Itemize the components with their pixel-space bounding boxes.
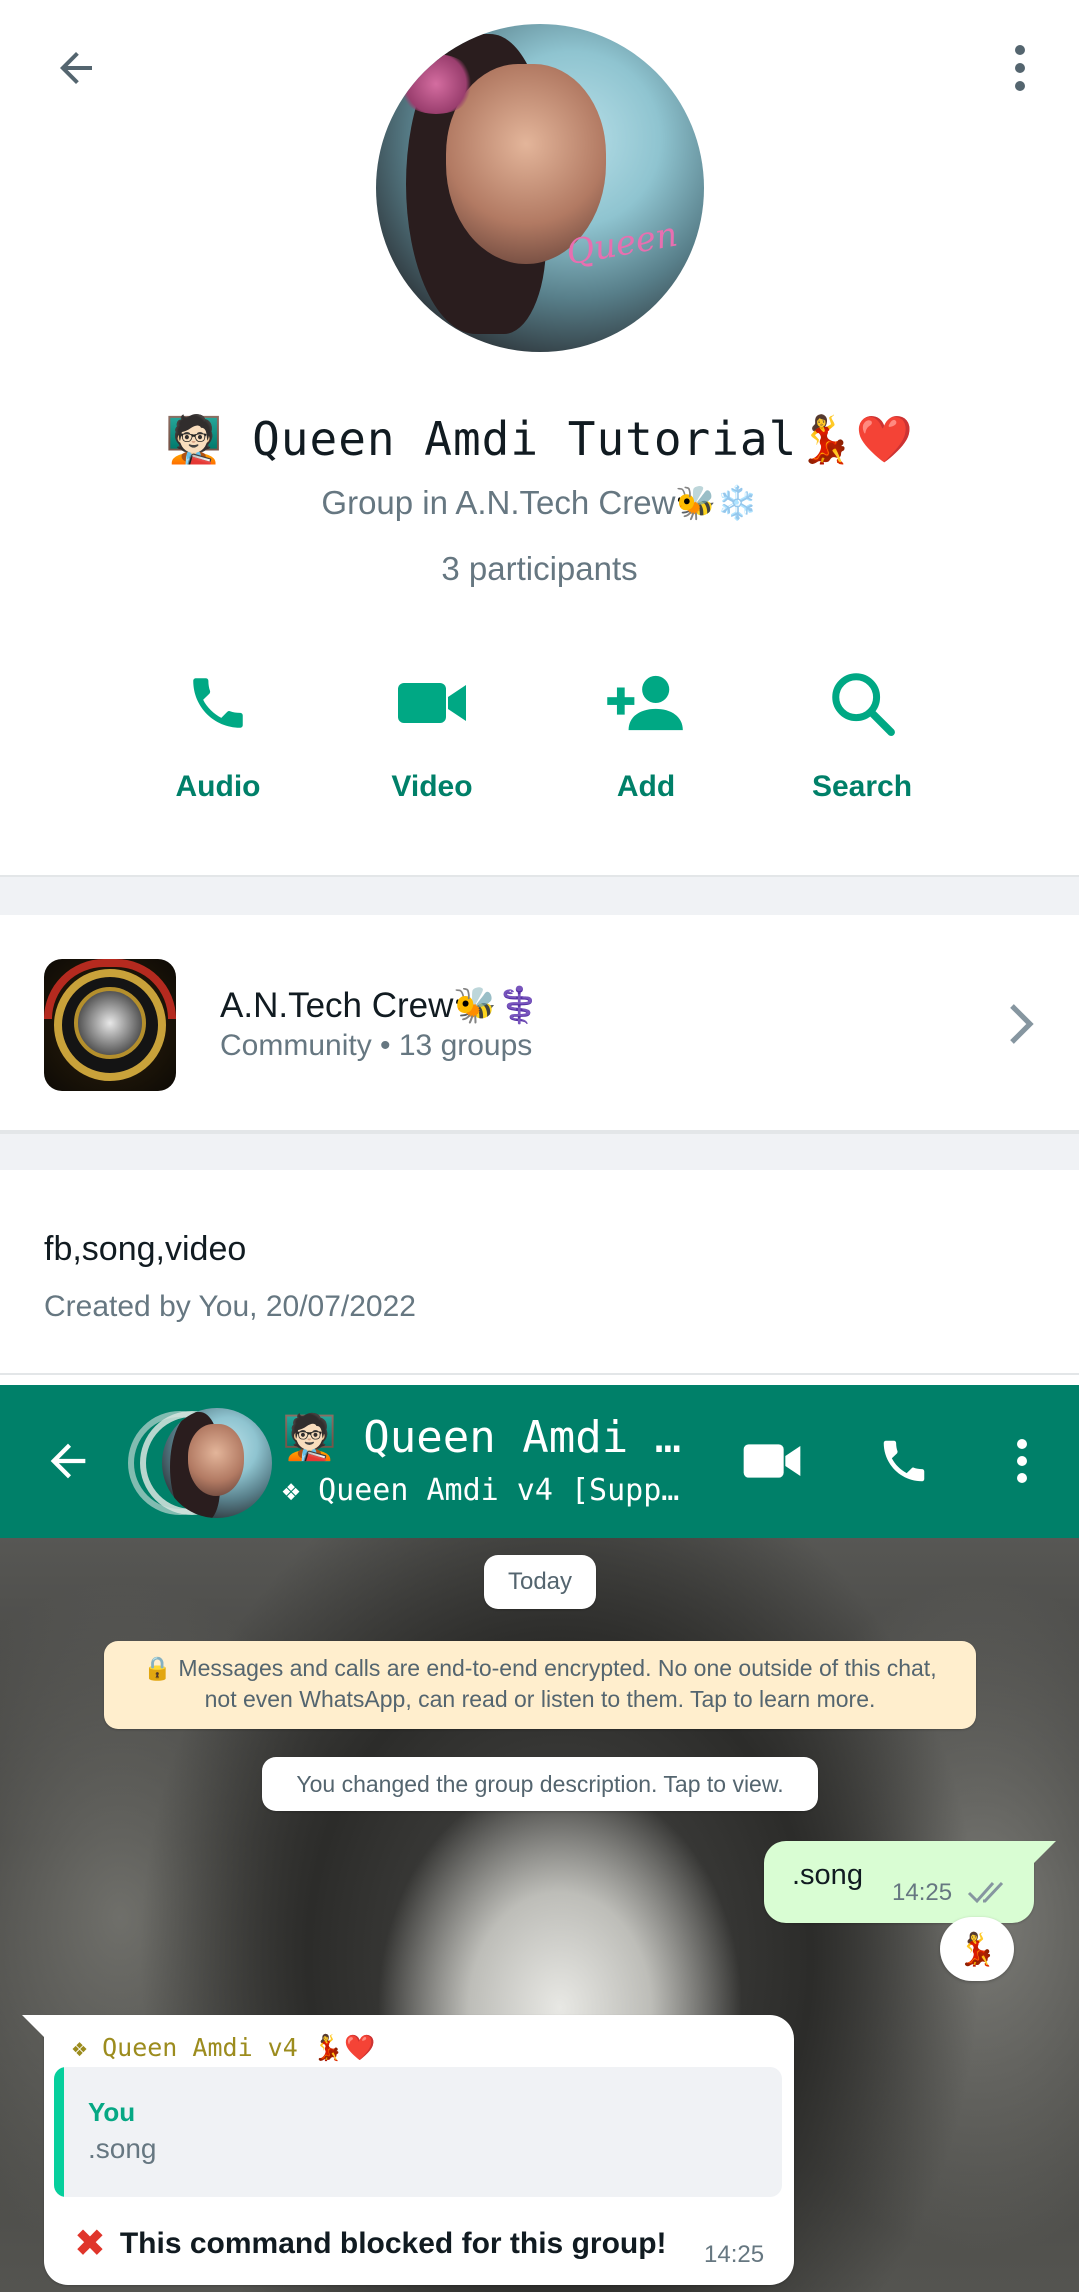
search-button[interactable]: Search	[762, 650, 962, 820]
group-description[interactable]: fb,song,video Created by You, 20/07/2022	[0, 1170, 1079, 1375]
chat-back-button[interactable]	[36, 1429, 100, 1493]
group-avatar[interactable]: Queen	[376, 24, 704, 352]
more-vertical-icon	[1017, 1439, 1027, 1483]
chevron-right-icon	[1002, 999, 1042, 1049]
add-participant-button[interactable]: Add	[546, 650, 746, 820]
arrow-left-icon	[60, 52, 92, 84]
video-label: Video	[391, 770, 473, 803]
encryption-notice[interactable]: 🔒 Messages and calls are end-to-end encr…	[104, 1641, 976, 1729]
system-message[interactable]: You changed the group description. Tap t…	[262, 1757, 818, 1811]
community-meta: Community • 13 groups	[220, 1029, 533, 1062]
video-camera-icon	[743, 1444, 801, 1478]
quoted-sender: You	[88, 2097, 136, 2127]
outgoing-message-time: 14:25	[892, 1879, 953, 1906]
chat-audio-call-button[interactable]	[872, 1429, 936, 1493]
more-options-button[interactable]	[990, 36, 1050, 100]
arrow-left-icon	[50, 1443, 86, 1479]
community-logo	[44, 959, 176, 1091]
phone-icon	[883, 1440, 925, 1482]
community-row[interactable]: A.N.Tech Crew🐝⚕️ Community • 13 groups	[0, 915, 1079, 1132]
video-call-button[interactable]: Video	[332, 650, 532, 820]
cross-mark-icon: ✖	[74, 2223, 106, 2265]
double-check-icon	[967, 1881, 1004, 1904]
community-name: A.N.Tech Crew🐝⚕️	[220, 986, 541, 1025]
participants-count: 3 participants	[441, 550, 638, 587]
outgoing-message[interactable]: .song 14:25	[764, 1841, 1056, 1923]
audio-label: Audio	[175, 770, 261, 803]
section-divider	[0, 875, 1079, 915]
chat-subtitle[interactable]: ❖ Queen Amdi v4 [Support]	[282, 1473, 692, 1508]
incoming-message-text: This command blocked for this group!	[119, 2226, 667, 2260]
back-button[interactable]	[44, 36, 108, 100]
incoming-message-text-row: ✖ This command blocked for this group!	[74, 2221, 667, 2266]
outgoing-message-text: .song	[792, 1859, 863, 1891]
quoted-text: .song	[88, 2133, 157, 2164]
chat-title[interactable]: 🧑🏻‍🏫 Queen Amdi Tutorial💃❤️	[282, 1411, 682, 1463]
chat-header: 🧑🏻‍🏫 Queen Amdi Tutorial💃❤️ ❖ Queen Amdi…	[0, 1385, 1079, 1538]
avatar-flowers	[396, 54, 476, 114]
quoted-message[interactable]: You .song	[54, 2067, 782, 2197]
chat-avatar[interactable]	[128, 1408, 272, 1518]
group-title[interactable]: 🧑🏻‍🏫 Queen Amdi Tutorial💃❤️	[0, 412, 1079, 467]
chat-screen: 🧑🏻‍🏫 Queen Amdi Tutorial💃❤️ ❖ Queen Amdi…	[0, 1385, 1079, 2292]
incoming-message-time: 14:25	[704, 2241, 765, 2268]
description-text: fb,song,video	[44, 1230, 247, 1268]
date-chip: Today	[484, 1555, 596, 1609]
chat-video-call-button[interactable]	[740, 1429, 804, 1493]
audio-call-button[interactable]: Audio	[118, 650, 318, 820]
search-label: Search	[811, 770, 913, 803]
search-icon	[832, 673, 895, 736]
more-vertical-icon	[1015, 45, 1025, 91]
phone-icon	[193, 678, 243, 728]
sender-name[interactable]: ❖ Queen Amdi v4 💃❤️	[72, 2033, 375, 2063]
video-camera-icon	[398, 683, 466, 723]
incoming-message[interactable]: ❖ Queen Amdi v4 💃❤️ You .song ✖ This com…	[22, 2015, 794, 2285]
group-info-screen: Queen 🧑🏻‍🏫 Queen Amdi Tutorial💃❤️ Group …	[0, 0, 1079, 875]
message-reaction[interactable]: 💃	[940, 1917, 1014, 1981]
add-label: Add	[616, 770, 676, 803]
group-community-subtitle[interactable]: Group in A.N.Tech Crew🐝❄️	[0, 484, 1079, 523]
add-person-icon	[607, 675, 683, 731]
action-buttons-row: Audio Video Add Search	[0, 650, 1079, 830]
chat-more-options-button[interactable]	[1000, 1429, 1044, 1493]
description-created-by: Created by You, 20/07/2022	[44, 1290, 416, 1323]
section-divider	[0, 1132, 1079, 1170]
